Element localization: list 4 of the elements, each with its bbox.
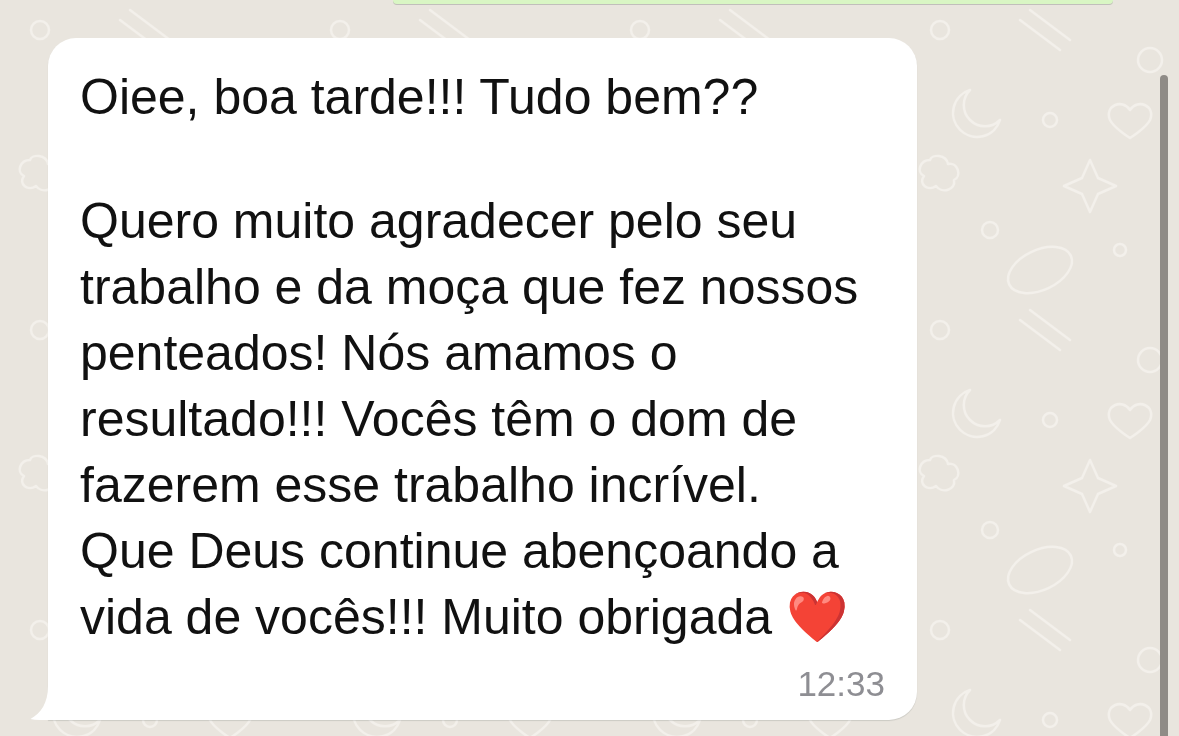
message-time: 12:33 bbox=[797, 664, 885, 704]
message-text: Quero muito agradecer pelo seu trabalho e da moça que fez nossos penteados! Nós amamos o resultado!!! Vocês têm o dom de fazerem esse trabalho incrível. Que Deus continue abençoando a vida de vocês!!! Muito obrigada ❤ bbox=[80, 192, 860, 647]
message-text: Oiee, boa tarde!!! Tudo bem?? bbox=[80, 68, 760, 127]
scrollbar[interactable] bbox=[1160, 75, 1168, 736]
